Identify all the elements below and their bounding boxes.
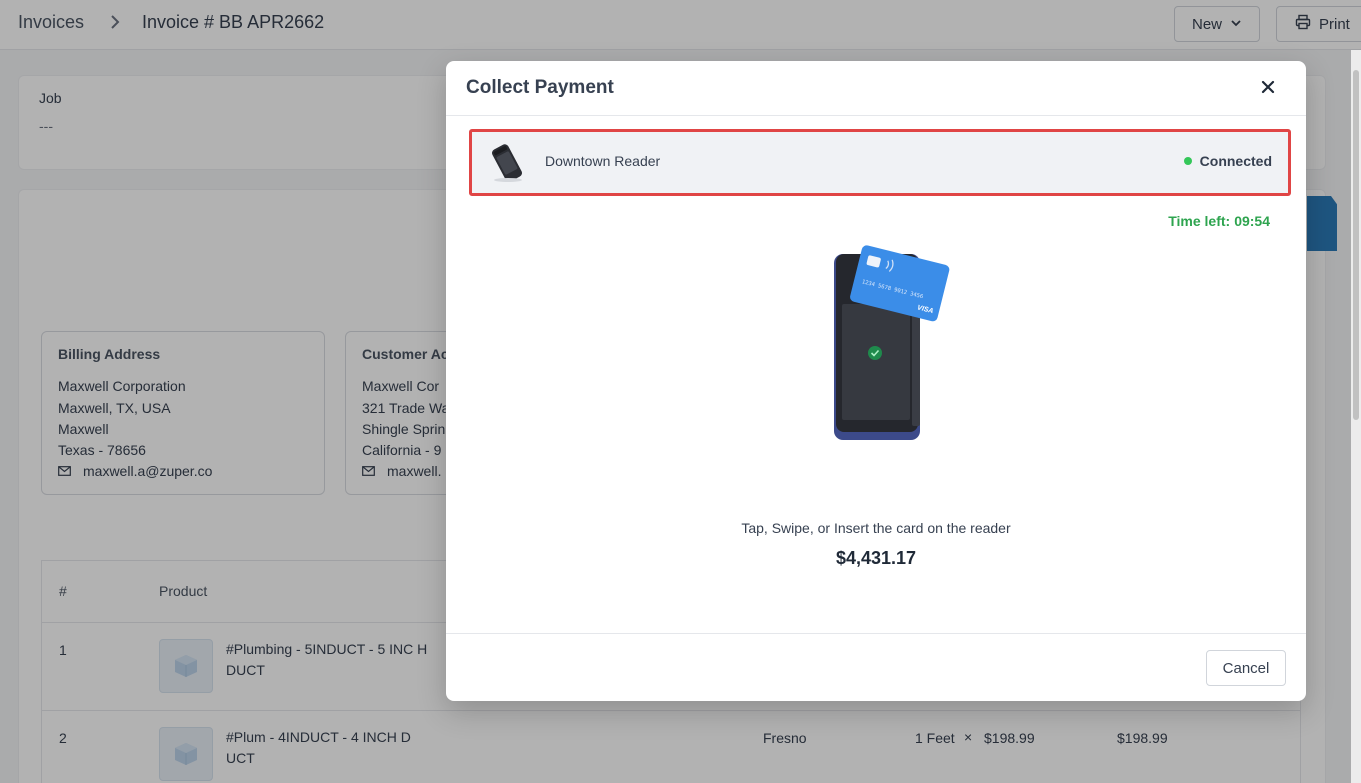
payment-terminal-illustration: 1234 5678 9012 3456 VISA bbox=[826, 236, 956, 446]
time-left-timer: Time left: 09:54 bbox=[1168, 213, 1270, 229]
connection-status-text: Connected bbox=[1199, 153, 1272, 169]
payment-amount: $4,431.17 bbox=[835, 548, 917, 568]
card-reader-item[interactable]: Downtown Reader Connected bbox=[469, 129, 1291, 196]
collect-payment-dialog: Collect Payment Downtown Reader Connecte… bbox=[446, 61, 1306, 701]
card-reader-icon bbox=[486, 142, 528, 184]
scrollbar-thumb[interactable] bbox=[1353, 70, 1359, 420]
dialog-title: Collect Payment bbox=[466, 77, 614, 98]
reader-name: Downtown Reader bbox=[545, 153, 661, 169]
connection-status: Connected bbox=[1183, 153, 1272, 169]
cancel-button[interactable]: Cancel bbox=[1206, 650, 1286, 686]
page-scrollbar[interactable] bbox=[1351, 50, 1361, 783]
close-button[interactable] bbox=[1254, 75, 1282, 103]
close-icon bbox=[1261, 80, 1275, 99]
status-dot-icon bbox=[1183, 157, 1192, 165]
payment-instruction: Tap, Swipe, or Insert the card on the re… bbox=[741, 520, 1011, 536]
dialog-header-divider bbox=[446, 115, 1306, 116]
dialog-footer-divider bbox=[446, 633, 1306, 634]
time-left-label: Time left: bbox=[1168, 213, 1231, 229]
time-left-value: 09:54 bbox=[1234, 213, 1270, 229]
